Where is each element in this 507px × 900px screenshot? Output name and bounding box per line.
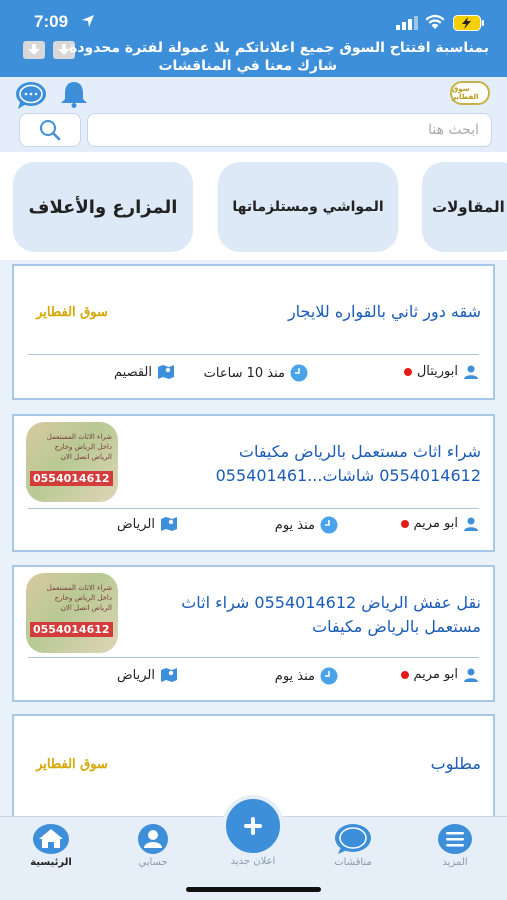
tab-label: الرئيسية (30, 857, 72, 868)
new-ad-button[interactable] (222, 795, 284, 857)
app-logo[interactable]: سوق الفطاير (450, 81, 490, 105)
time-text: منذ 10 ساعات (203, 365, 285, 381)
status-dot (400, 670, 409, 679)
listing-time: منذ يوم (275, 516, 338, 534)
map-icon (161, 517, 177, 531)
tab-account[interactable]: حسابي (118, 823, 188, 868)
home-icon (33, 824, 69, 854)
thumbnail-caption: شراء الاثاث المستعمل داخل الرياض وخارج ا… (46, 584, 112, 612)
tab-label: حسابي (138, 857, 168, 868)
cellular-signal-icon (396, 16, 418, 30)
listing-card[interactable]: شراء الاثاث المستعمل داخل الرياض وخارج ا… (12, 414, 495, 552)
listing-author: ابو مريم (400, 667, 479, 682)
location-text: الرياض (116, 516, 155, 532)
category-farms[interactable]: المزارع والأعلاف (13, 162, 193, 252)
clock-icon (290, 364, 308, 382)
map-icon (158, 365, 174, 379)
listing-author: ابو مريم (400, 516, 479, 531)
status-time: 7:09 (34, 12, 69, 31)
thumbnail-caption: شراء الاثاث المستعمل داخل الرياض وخارج ا… (46, 433, 112, 461)
new-ad-label: اعلان جديد (230, 856, 276, 867)
location-text: الرياض (116, 667, 155, 683)
status-dot (400, 519, 409, 528)
listing-thumbnail: سوق الفطاير (26, 724, 118, 804)
tab-more[interactable]: المزيد (420, 823, 490, 868)
chat-bubble-icon[interactable] (14, 80, 48, 110)
category-label: المواشي ومستلزماتها (232, 199, 384, 215)
user-icon (464, 365, 478, 379)
listing-thumbnail: شراء الاثاث المستعمل داخل الرياض وخارج ا… (26, 573, 118, 653)
thumbnail-phone: 0554014612 (30, 471, 113, 486)
listing-card[interactable]: شراء الاثاث المستعمل داخل الرياض وخارج ا… (12, 565, 495, 702)
author-name: ابوريتال (416, 364, 458, 379)
card-divider (28, 657, 479, 658)
tab-discussions[interactable]: مناقشات (318, 823, 388, 868)
tab-home[interactable]: الرئيسية (16, 823, 86, 868)
announcement-discussion-link[interactable]: شارك معنا في المناقشات (158, 58, 337, 74)
search-input[interactable] (87, 113, 492, 147)
tab-label: مناقشات (334, 857, 372, 868)
listing-title[interactable]: شراء اثاث مستعمل بالرياض مكيفات 05540146… (141, 440, 481, 488)
category-label: المقاولات (432, 198, 505, 216)
wifi-icon (425, 14, 445, 29)
user-circle-icon (138, 824, 168, 854)
listing-thumbnail: سوق الفطاير (26, 272, 118, 352)
location-arrow-icon (82, 15, 94, 27)
home-indicator (186, 887, 321, 892)
listing-title[interactable]: نقل عفش الرياض 0554014612 شراء اثاث مستع… (141, 591, 481, 639)
battery-charging-icon (453, 15, 484, 31)
status-dot (403, 367, 412, 376)
card-divider (28, 508, 479, 509)
map-icon (161, 668, 177, 682)
listing-location: الرياض (117, 516, 178, 532)
listing-location: القصيم (114, 364, 175, 380)
listing-author: ابوريتال (403, 364, 479, 379)
clock-icon (320, 516, 338, 534)
listing-time: منذ يوم (275, 667, 338, 685)
thumbnail-logo-text: سوق الفطاير (36, 756, 108, 772)
category-strip: المقاولات المواشي ومستلزماتها المزارع وا… (0, 152, 507, 260)
search-button[interactable] (19, 113, 81, 147)
chat-bubble-icon (335, 824, 371, 854)
search-icon (40, 120, 61, 141)
download-arrow-icon[interactable] (23, 41, 45, 59)
thumbnail-phone: 0554014612 (30, 622, 113, 637)
listing-location: الرياض (117, 667, 178, 683)
location-text: القصيم (114, 364, 152, 380)
user-icon (464, 517, 478, 531)
plus-icon (244, 817, 262, 835)
category-livestock[interactable]: المواشي ومستلزماتها (218, 162, 398, 252)
listing-thumbnail: شراء الاثاث المستعمل داخل الرياض وخارج ا… (26, 422, 118, 502)
author-name: ابو مريم (413, 667, 458, 682)
time-text: منذ يوم (274, 668, 315, 684)
user-icon (464, 668, 478, 682)
listing-title[interactable]: شقه دور ثاني بالقواره للايجار (151, 300, 481, 324)
author-name: ابو مريم (413, 516, 458, 531)
category-contracting[interactable]: المقاولات (422, 162, 507, 252)
listing-time: منذ 10 ساعات (204, 364, 308, 382)
category-label: المزارع والأعلاف (28, 196, 178, 218)
bell-icon[interactable] (58, 80, 90, 108)
clock-icon (320, 667, 338, 685)
thumbnail-logo-text: سوق الفطاير (36, 304, 108, 320)
top-banner: 7:09 بمناسبة افتتاح السوق جميع اعلاناتكم… (0, 0, 507, 77)
listing-card[interactable]: سوق الفطاير شقه دور ثاني بالقواره للايجا… (12, 264, 495, 400)
menu-list-icon (438, 824, 472, 854)
time-text: منذ يوم (274, 517, 315, 533)
announcement-text: بمناسبة افتتاح السوق جميع اعلاناتكم بلا … (69, 40, 489, 56)
tab-label: المزيد (442, 857, 468, 868)
listing-title[interactable]: مطلوب (281, 752, 481, 776)
card-divider (28, 354, 479, 355)
logo-text: سوق الفطاير (452, 85, 479, 101)
status-bar: 7:09 (0, 0, 507, 36)
